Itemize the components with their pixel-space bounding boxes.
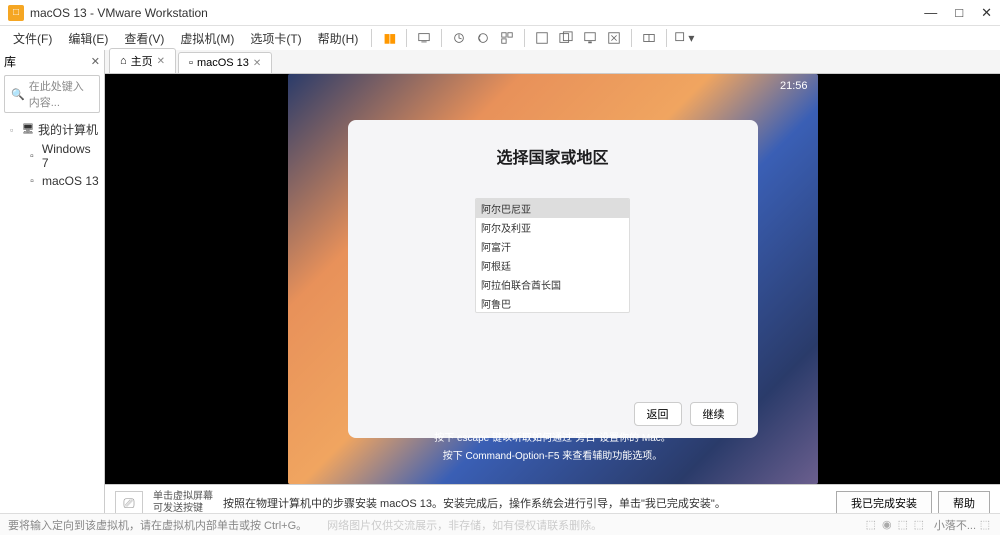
- fullscreen-button[interactable]: [531, 27, 553, 49]
- country-item[interactable]: 阿尔巴尼亚: [476, 199, 629, 218]
- tab-bar: ⌂ 主页 ✕ ▫ macOS 13 ✕: [105, 50, 1000, 74]
- menu-view[interactable]: 查看(V): [117, 27, 171, 50]
- app-icon: □: [8, 5, 24, 21]
- menu-file[interactable]: 文件(F): [6, 27, 59, 50]
- vm-icon: ▫: [26, 175, 38, 187]
- country-list[interactable]: 阿尔巴尼亚 阿尔及利亚 阿富汗 阿根廷 阿拉伯联合酋长国 阿鲁巴 阿曼 阿塞拜疆…: [475, 198, 630, 313]
- separator: [406, 29, 407, 47]
- tab-close-icon[interactable]: ✕: [253, 58, 261, 69]
- library-sidebar: 库 ✕ 🔍 在此处键入内容... ▫ 🖥 我的计算机 ▫ Windows 7 ▫…: [0, 50, 105, 513]
- device-sound-icon[interactable]: ⬚: [978, 518, 992, 532]
- tree-item-windows7[interactable]: ▫ Windows 7: [4, 140, 100, 172]
- maximize-button[interactable]: □: [955, 5, 963, 21]
- menu-help[interactable]: 帮助(H): [311, 27, 366, 50]
- country-item[interactable]: 阿拉伯联合酋长国: [476, 275, 629, 294]
- separator: [371, 29, 372, 47]
- device-cd-icon[interactable]: ◉: [880, 518, 894, 532]
- tree-root-my-computer[interactable]: ▫ 🖥 我的计算机: [4, 119, 100, 140]
- tree-item-label: Windows 7: [42, 142, 100, 170]
- country-item[interactable]: 阿富汗: [476, 237, 629, 256]
- console-view-button[interactable]: [579, 27, 601, 49]
- status-text: 要将输入定向到该虚拟机，请在虚拟机内部单击或按 Ctrl+G。: [8, 517, 307, 533]
- hint-line: 按下 Command-Option-F5 来查看辅助功能选项。: [288, 448, 818, 466]
- tree-item-macos13[interactable]: ▫ macOS 13: [4, 172, 100, 190]
- computer-icon: 🖥: [22, 124, 34, 136]
- menu-edit[interactable]: 编辑(E): [61, 27, 115, 50]
- hint-line: 按下 escape 键以听取如何通过"旁白"设置你的 Mac。: [288, 430, 818, 448]
- window-titlebar: □ macOS 13 - VMware Workstation — □ ✕: [0, 0, 1000, 26]
- pause-button[interactable]: ▮▮: [378, 27, 400, 49]
- accessibility-hint: 按下 escape 键以听取如何通过"旁白"设置你的 Mac。 按下 Comma…: [288, 430, 818, 466]
- send-ctrl-alt-del-button[interactable]: [413, 27, 435, 49]
- search-placeholder: 在此处键入内容...: [29, 78, 93, 110]
- tab-home[interactable]: ⌂ 主页 ✕: [109, 48, 176, 73]
- prompt-icon: ⎚: [115, 491, 143, 515]
- install-done-button[interactable]: 我已完成安装: [836, 491, 932, 515]
- status-right-text: 小落不...: [934, 517, 976, 533]
- search-icon: 🔍: [11, 88, 25, 101]
- setup-dialog: 选择国家或地区 阿尔巴尼亚 阿尔及利亚 阿富汗 阿根廷 阿拉伯联合酋长国 阿鲁巴…: [348, 120, 758, 438]
- help-button[interactable]: 帮助: [938, 491, 990, 515]
- statusbar: 要将输入定向到该虚拟机，请在虚拟机内部单击或按 Ctrl+G。 网络图片仅供交流…: [0, 513, 1000, 535]
- device-hdd-icon[interactable]: ⬚: [864, 518, 878, 532]
- thumbnail-button[interactable]: [638, 27, 660, 49]
- window-title: macOS 13 - VMware Workstation: [30, 6, 208, 20]
- sidebar-title: 库: [4, 53, 16, 70]
- tab-macos13[interactable]: ▫ macOS 13 ✕: [178, 52, 272, 73]
- device-network-icon[interactable]: ⬚: [896, 518, 910, 532]
- minimize-button[interactable]: —: [924, 5, 937, 21]
- tree-root-label: 我的计算机: [38, 121, 98, 138]
- guest-screen: 21:56 选择国家或地区 阿尔巴尼亚 阿尔及利亚 阿富汗 阿根廷 阿拉伯联合酋…: [288, 74, 818, 484]
- separator: [441, 29, 442, 47]
- close-button[interactable]: ✕: [981, 5, 992, 21]
- watermark-text: 网络图片仅供交流展示，非存储，如有侵权请联系删除。: [327, 517, 602, 533]
- separator: [524, 29, 525, 47]
- country-item[interactable]: 阿尔及利亚: [476, 218, 629, 237]
- menu-tabs[interactable]: 选项卡(T): [243, 27, 308, 50]
- vm-display-area[interactable]: 21:56 选择国家或地区 阿尔巴尼亚 阿尔及利亚 阿富汗 阿根廷 阿拉伯联合酋…: [105, 74, 1000, 484]
- vm-icon: ▫: [26, 150, 38, 162]
- snapshot-button[interactable]: [448, 27, 470, 49]
- tab-label: macOS 13: [197, 57, 249, 69]
- tab-label: 主页: [131, 53, 153, 69]
- guest-clock: 21:56: [780, 80, 808, 92]
- continue-button[interactable]: 继续: [690, 402, 738, 426]
- library-search[interactable]: 🔍 在此处键入内容...: [4, 75, 100, 113]
- menu-vm[interactable]: 虚拟机(M): [173, 27, 241, 50]
- vm-icon: ▫: [189, 57, 193, 69]
- unity-button[interactable]: [555, 27, 577, 49]
- back-button[interactable]: 返回: [634, 402, 682, 426]
- snapshot-manager-button[interactable]: [496, 27, 518, 49]
- device-usb-icon[interactable]: ⬚: [912, 518, 926, 532]
- separator: [631, 29, 632, 47]
- tree-item-label: macOS 13: [42, 174, 99, 188]
- prompt-line1: 单击虚拟屏幕: [153, 491, 213, 503]
- snapshot-revert-button[interactable]: [472, 27, 494, 49]
- country-item[interactable]: 阿根廷: [476, 256, 629, 275]
- setup-heading: 选择国家或地区: [368, 144, 738, 168]
- tab-close-icon[interactable]: ✕: [157, 56, 165, 67]
- tree-twisty-icon: ▫: [10, 125, 18, 135]
- fit-dropdown[interactable]: ▾: [673, 27, 695, 49]
- separator: [666, 29, 667, 47]
- menubar: 文件(F) 编辑(E) 查看(V) 虚拟机(M) 选项卡(T) 帮助(H) ▮▮…: [0, 26, 1000, 50]
- stretch-button[interactable]: [603, 27, 625, 49]
- home-icon: ⌂: [120, 55, 127, 67]
- country-item[interactable]: 阿鲁巴: [476, 294, 629, 313]
- prompt-message: 按照在物理计算机中的步骤安装 macOS 13。安装完成后，操作系统会进行引导，…: [223, 495, 826, 511]
- sidebar-close-icon[interactable]: ✕: [91, 55, 100, 68]
